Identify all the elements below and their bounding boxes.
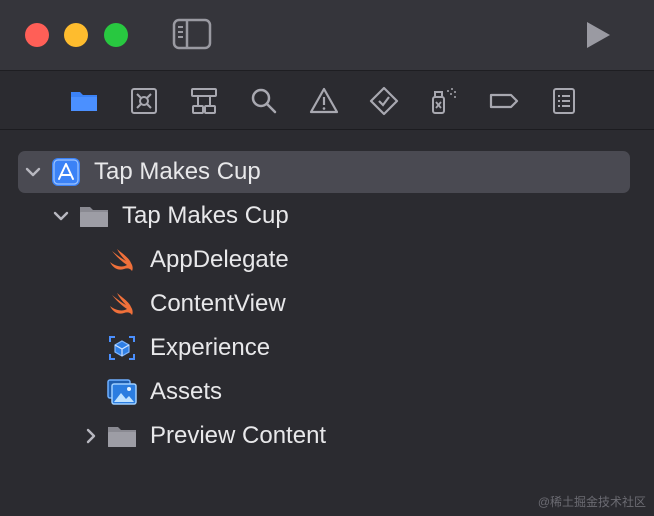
xcode-project-icon — [52, 158, 80, 186]
zoom-button[interactable] — [104, 23, 128, 47]
project-navigator-tree: Tap Makes Cup Tap Makes Cup AppDelegate — [0, 130, 654, 516]
tree-row-label: Experience — [150, 334, 271, 361]
chevron-down-icon[interactable] — [52, 207, 70, 225]
tree-row-label: Assets — [150, 378, 223, 405]
tab-issues[interactable] — [309, 86, 339, 116]
tab-reports[interactable] — [549, 86, 579, 116]
tab-find[interactable] — [249, 86, 279, 116]
tree-row-file[interactable]: AppDelegate — [18, 239, 630, 281]
tree-row-label: ContentView — [150, 290, 286, 317]
tab-hierarchy[interactable] — [189, 86, 219, 116]
sidebar-icon — [172, 18, 212, 50]
tree-row-label: Tap Makes Cup — [94, 158, 261, 185]
breakpoint-icon — [489, 93, 519, 109]
test-diamond-icon — [369, 86, 399, 116]
reality-composer-icon — [109, 336, 135, 360]
report-list-icon — [553, 88, 575, 114]
tree-row-label: Preview Content — [150, 422, 327, 449]
warning-icon — [309, 87, 339, 114]
folder-icon — [108, 427, 136, 447]
sidebar-toggle-button[interactable] — [172, 18, 212, 50]
tree-row-group[interactable]: Tap Makes Cup — [18, 195, 630, 237]
hierarchy-icon — [191, 88, 217, 114]
tree-row-file[interactable]: Experience — [18, 327, 630, 369]
chevron-right-icon[interactable] — [82, 427, 100, 445]
tree-row-label: Tap Makes Cup — [122, 202, 289, 229]
tree-row-file[interactable]: Assets — [18, 371, 630, 413]
debug-spray-icon — [432, 88, 456, 114]
tree-row-file[interactable]: ContentView — [18, 283, 630, 325]
swift-icon — [110, 293, 133, 315]
tree-row-project[interactable]: Tap Makes Cup — [18, 151, 630, 193]
run-button[interactable] — [583, 20, 613, 50]
tab-project-navigator[interactable] — [69, 86, 99, 116]
tree-row-label: AppDelegate — [150, 246, 289, 273]
folder-icon — [80, 207, 108, 227]
minimize-button[interactable] — [64, 23, 88, 47]
navigator-tab-bar — [0, 71, 654, 130]
tab-breakpoints[interactable] — [489, 86, 519, 116]
xcode-window: Tap Makes Cup Tap Makes Cup AppDelegate — [0, 0, 654, 516]
chevron-down-icon[interactable] — [24, 163, 42, 181]
tab-tests[interactable] — [369, 86, 399, 116]
title-bar — [0, 0, 654, 71]
tree-row-group[interactable]: Preview Content — [18, 415, 630, 457]
tab-debug[interactable] — [429, 86, 459, 116]
close-button[interactable] — [25, 23, 49, 47]
play-icon — [587, 22, 610, 48]
watermark: @稀土掘金技术社区 — [537, 495, 646, 509]
swift-icon — [110, 249, 133, 271]
tab-source-control[interactable] — [129, 86, 159, 116]
asset-catalog-icon — [107, 379, 137, 405]
search-icon — [251, 88, 277, 114]
folder-icon — [71, 92, 97, 111]
source-control-icon — [131, 88, 157, 114]
